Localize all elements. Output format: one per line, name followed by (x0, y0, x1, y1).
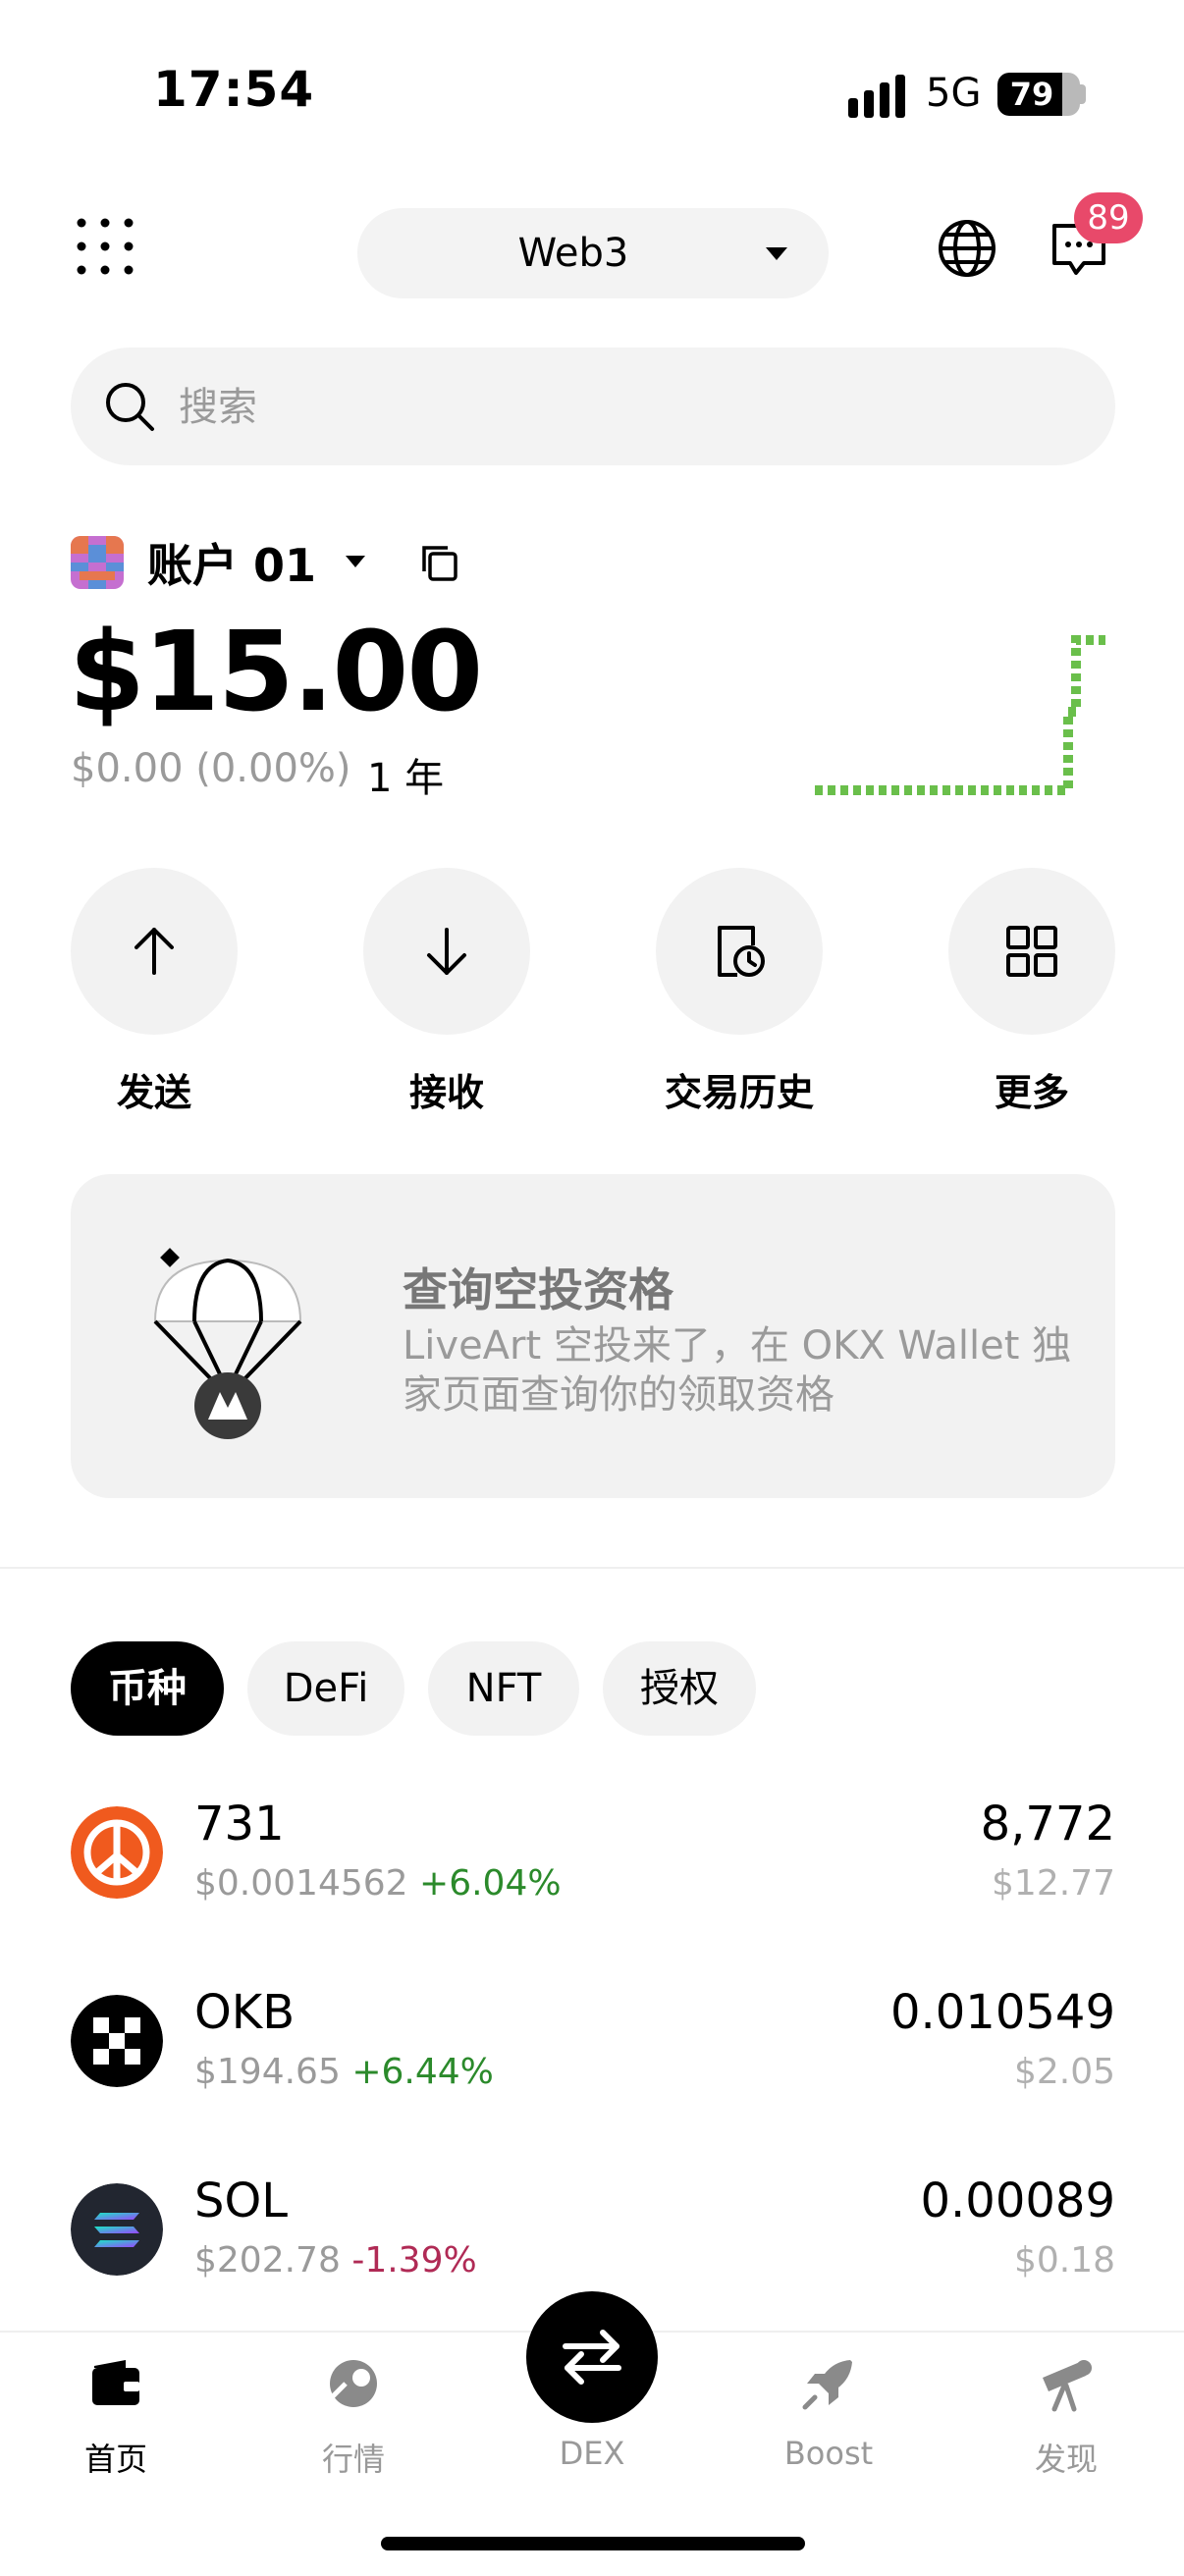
promo-title: 查询空投资格 (403, 1263, 673, 1316)
receive-label: 接收 (408, 1071, 484, 1114)
wallet-icon (92, 2360, 139, 2405)
token-price: $0.0014562 (194, 1863, 408, 1904)
token-row-731[interactable]: 731 $0.0014562 +6.04% 8,772 $12.77 (71, 1797, 1115, 1924)
home-indicator[interactable] (381, 2537, 805, 2550)
search-icon (106, 383, 154, 431)
token-amount: 8,772 (980, 1797, 1115, 1852)
token-value: $2.05 (1013, 2052, 1115, 2092)
account-dropdown-icon[interactable] (346, 556, 365, 567)
signal-icon (848, 75, 905, 118)
more-label: 更多 (994, 1071, 1069, 1114)
nav-home-label: 首页 (83, 2441, 147, 2478)
receive-button[interactable] (363, 868, 530, 1035)
token-sol-logo (71, 2183, 163, 2276)
token-731-logo (71, 1806, 163, 1899)
nav-boost[interactable]: Boost (750, 2354, 907, 2472)
telescope-icon (1043, 2360, 1092, 2412)
token-change: +6.04% (419, 1863, 562, 1904)
token-symbol: 731 (194, 1797, 285, 1852)
nav-market[interactable]: 行情 (275, 2354, 432, 2480)
nav-discover-label: 发现 (1034, 2441, 1098, 2478)
copy-icon[interactable] (420, 544, 459, 583)
network-selector[interactable]: Web3 (357, 208, 829, 298)
arrow-down-icon (427, 928, 466, 975)
token-change: -1.39% (351, 2240, 477, 2281)
notification-badge: 89 (1074, 192, 1143, 243)
dex-button[interactable] (526, 2291, 658, 2423)
token-value: $0.18 (1013, 2240, 1115, 2281)
swap-icon (563, 2330, 621, 2385)
rocket-icon (802, 2360, 852, 2410)
send-button[interactable] (71, 868, 238, 1035)
token-price: $194.65 (194, 2052, 341, 2092)
token-symbol: OKB (194, 1985, 296, 2040)
market-icon (330, 2360, 377, 2407)
more-button[interactable] (948, 868, 1115, 1035)
token-amount: 0.010549 (889, 1985, 1115, 2040)
history-button[interactable] (656, 868, 823, 1035)
nav-home[interactable]: 首页 (37, 2354, 194, 2480)
battery-level: 79 (1009, 76, 1054, 113)
receive-action[interactable]: 接收 (363, 868, 530, 1116)
token-amount: 0.00089 (920, 2174, 1116, 2228)
tab-tokens[interactable]: 币种 (71, 1641, 224, 1736)
token-price-line: $0.0014562 +6.04% (194, 1863, 562, 1904)
total-balance: $15.00 (69, 609, 483, 736)
tab-approvals[interactable]: 授权 (603, 1641, 756, 1736)
battery-cap (1080, 84, 1086, 104)
network-selector-label: Web3 (517, 231, 629, 276)
apps-grid-icon[interactable] (77, 218, 134, 275)
arrow-up-icon (135, 928, 174, 975)
parachute-icon (153, 1248, 302, 1439)
token-row-sol[interactable]: SOL $202.78 -1.39% 0.00089 $0.18 (71, 2174, 1115, 2301)
token-okb-logo (71, 1995, 163, 2087)
section-divider (0, 1567, 1184, 1569)
status-time: 17:54 (153, 61, 315, 118)
globe-icon[interactable] (937, 218, 997, 279)
search-bar[interactable] (71, 348, 1115, 467)
grid-icon (1006, 926, 1057, 977)
period-selector[interactable]: 1 年 (367, 746, 444, 803)
account-name[interactable]: 账户 01 (147, 530, 316, 595)
pnl-value: $0.00 (0.00%) (71, 746, 351, 791)
chevron-down-icon (766, 247, 787, 260)
token-price-line: $202.78 -1.39% (194, 2240, 477, 2281)
airdrop-promo-card[interactable]: 查询空投资格 LiveArt 空投来了，在 OKX Wallet 独家页面查询你… (71, 1174, 1115, 1498)
token-row-okb[interactable]: OKB $194.65 +6.44% 0.010549 $2.05 (71, 1985, 1115, 2113)
history-label: 交易历史 (664, 1071, 814, 1114)
balance-sparkline (815, 635, 1105, 795)
search-input[interactable] (177, 348, 1064, 467)
more-action[interactable]: 更多 (948, 868, 1115, 1116)
promo-description: LiveArt 空投来了，在 OKX Wallet 独家页面查询你的领取资格 (403, 1323, 1072, 1418)
tab-defi[interactable]: DeFi (247, 1641, 404, 1736)
token-change: +6.44% (351, 2052, 494, 2092)
send-label: 发送 (116, 1071, 191, 1114)
account-avatar[interactable] (71, 536, 124, 589)
nav-dex-label: DEX (559, 2435, 625, 2472)
network-type: 5G (926, 71, 982, 116)
nav-discover[interactable]: 发现 (988, 2354, 1145, 2480)
nav-market-label: 行情 (321, 2441, 385, 2478)
history-icon (718, 926, 765, 977)
history-action[interactable]: 交易历史 (656, 868, 823, 1116)
nav-boost-label: Boost (783, 2435, 874, 2472)
token-price: $202.78 (194, 2240, 341, 2281)
send-action[interactable]: 发送 (71, 868, 238, 1116)
token-symbol: SOL (194, 2174, 288, 2228)
battery-indicator: 79 (997, 73, 1080, 116)
token-value: $12.77 (992, 1863, 1115, 1904)
tab-nft[interactable]: NFT (428, 1641, 579, 1736)
token-price-line: $194.65 +6.44% (194, 2052, 494, 2092)
